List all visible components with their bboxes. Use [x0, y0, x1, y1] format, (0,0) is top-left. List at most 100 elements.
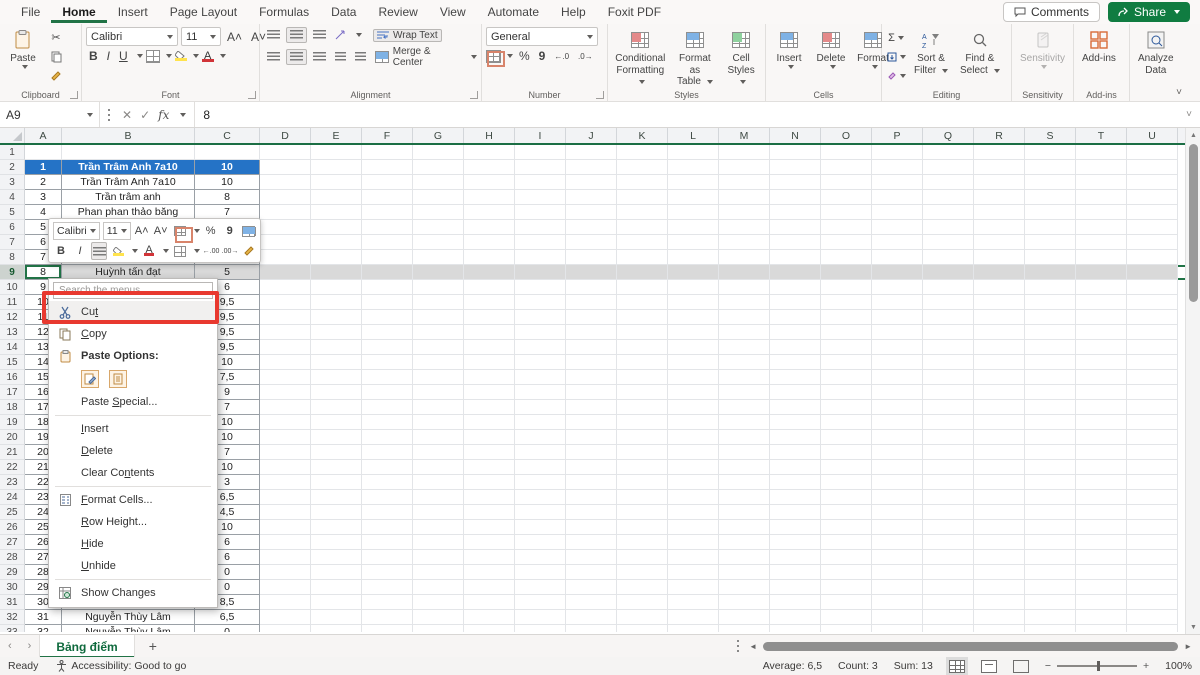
cell-D19[interactable] — [260, 415, 311, 430]
cell-G9[interactable] — [413, 265, 464, 280]
cell-F6[interactable] — [362, 220, 413, 235]
row-header-1[interactable]: 1 — [0, 145, 25, 160]
cell-J30[interactable] — [566, 580, 617, 595]
cell-K17[interactable] — [617, 385, 668, 400]
context-menu-item-insert[interactable]: Insert — [49, 418, 217, 440]
cell-U13[interactable] — [1127, 325, 1178, 340]
cell-M29[interactable] — [719, 565, 770, 580]
cell-R11[interactable] — [974, 295, 1025, 310]
bold-button[interactable]: B — [86, 49, 101, 63]
cell-R31[interactable] — [974, 595, 1025, 610]
cell-T3[interactable] — [1076, 175, 1127, 190]
sensitivity-button[interactable]: Sensitivity — [1016, 27, 1069, 71]
cell-R24[interactable] — [974, 490, 1025, 505]
cell-H26[interactable] — [464, 520, 515, 535]
cell-P8[interactable] — [872, 250, 923, 265]
column-header-S[interactable]: S — [1025, 128, 1076, 143]
column-header-U[interactable]: U — [1127, 128, 1178, 143]
cell-F24[interactable] — [362, 490, 413, 505]
cell-R8[interactable] — [974, 250, 1025, 265]
merge-center-dropdown-icon[interactable] — [471, 55, 477, 59]
column-header-H[interactable]: H — [464, 128, 515, 143]
cell-K32[interactable] — [617, 610, 668, 625]
cell-D30[interactable] — [260, 580, 311, 595]
cell-M8[interactable] — [719, 250, 770, 265]
cell-G8[interactable] — [413, 250, 464, 265]
cell-J11[interactable] — [566, 295, 617, 310]
cell-R13[interactable] — [974, 325, 1025, 340]
cell-M5[interactable] — [719, 205, 770, 220]
cell-E19[interactable] — [311, 415, 362, 430]
cell-E14[interactable] — [311, 340, 362, 355]
row-header-22[interactable]: 22 — [0, 460, 25, 475]
cell-Q2[interactable] — [923, 160, 974, 175]
cell-P20[interactable] — [872, 430, 923, 445]
row-header-8[interactable]: 8 — [0, 250, 25, 265]
cell-F7[interactable] — [362, 235, 413, 250]
accessibility-status[interactable]: Accessibility: Good to go — [56, 660, 186, 672]
horizontal-scroll-thumb[interactable] — [763, 642, 1178, 651]
cell-Q11[interactable] — [923, 295, 974, 310]
mini-comma-icon[interactable]: 9 — [222, 222, 238, 240]
column-header-K[interactable]: K — [617, 128, 668, 143]
zoom-out-icon[interactable]: − — [1045, 660, 1051, 672]
cell-S30[interactable] — [1025, 580, 1076, 595]
cell-F29[interactable] — [362, 565, 413, 580]
cell-F14[interactable] — [362, 340, 413, 355]
cell-D15[interactable] — [260, 355, 311, 370]
cell-I11[interactable] — [515, 295, 566, 310]
cell-T30[interactable] — [1076, 580, 1127, 595]
cell-E22[interactable] — [311, 460, 362, 475]
cell-R10[interactable] — [974, 280, 1025, 295]
cell-H20[interactable] — [464, 430, 515, 445]
column-header-M[interactable]: M — [719, 128, 770, 143]
hscroll-right-icon[interactable]: ► — [1184, 642, 1192, 651]
cell-D4[interactable] — [260, 190, 311, 205]
cell-T21[interactable] — [1076, 445, 1127, 460]
cell-T28[interactable] — [1076, 550, 1127, 565]
cell-M1[interactable] — [719, 145, 770, 160]
mini-percent-icon[interactable]: % — [203, 222, 219, 240]
vertical-scrollbar[interactable]: ▲ ▼ — [1185, 128, 1200, 634]
sheet-tab[interactable]: Bảng điểm — [39, 635, 134, 658]
cell-H30[interactable] — [464, 580, 515, 595]
cell-D6[interactable] — [260, 220, 311, 235]
cell-M14[interactable] — [719, 340, 770, 355]
cell-J13[interactable] — [566, 325, 617, 340]
scroll-down-icon[interactable]: ▼ — [1186, 620, 1200, 634]
cell-K14[interactable] — [617, 340, 668, 355]
underline-button[interactable]: U — [116, 49, 131, 63]
cell-I32[interactable] — [515, 610, 566, 625]
cell-M16[interactable] — [719, 370, 770, 385]
cell-N12[interactable] — [770, 310, 821, 325]
cell-Q5[interactable] — [923, 205, 974, 220]
cell-B32[interactable]: Nguyễn Thùy Lâm — [62, 610, 195, 625]
alignment-dialog-launcher[interactable] — [470, 91, 478, 99]
font-name-combo[interactable]: Calibri — [86, 27, 178, 46]
cell-E32[interactable] — [311, 610, 362, 625]
cell-N24[interactable] — [770, 490, 821, 505]
cell-F1[interactable] — [362, 145, 413, 160]
cell-R7[interactable] — [974, 235, 1025, 250]
cell-E29[interactable] — [311, 565, 362, 580]
cell-J21[interactable] — [566, 445, 617, 460]
cell-L8[interactable] — [668, 250, 719, 265]
cell-N28[interactable] — [770, 550, 821, 565]
cell-U21[interactable] — [1127, 445, 1178, 460]
cell-T33[interactable] — [1076, 625, 1127, 632]
cell-O3[interactable] — [821, 175, 872, 190]
cell-F21[interactable] — [362, 445, 413, 460]
cell-N15[interactable] — [770, 355, 821, 370]
context-menu-item-show-changes[interactable]: Show Changes — [49, 582, 217, 604]
cell-J9[interactable] — [566, 265, 617, 280]
cell-G4[interactable] — [413, 190, 464, 205]
cell-B1[interactable] — [62, 145, 195, 160]
cell-D2[interactable] — [260, 160, 311, 175]
formula-bar-handle[interactable] — [108, 109, 110, 121]
cell-F31[interactable] — [362, 595, 413, 610]
insert-function-icon[interactable]: fx — [158, 108, 169, 122]
clipboard-dialog-launcher[interactable] — [70, 91, 78, 99]
cell-I30[interactable] — [515, 580, 566, 595]
cell-H6[interactable] — [464, 220, 515, 235]
cell-T6[interactable] — [1076, 220, 1127, 235]
